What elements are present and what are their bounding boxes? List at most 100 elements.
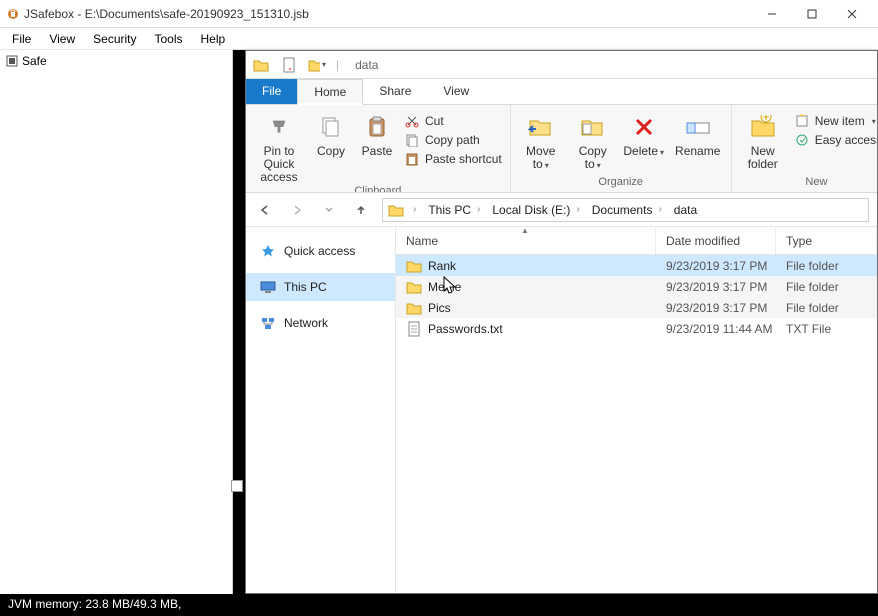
file-row[interactable]: Pics9/23/2019 3:17 PMFile folder [396,297,877,318]
quick-access-toolbar: ▾ | data [246,51,877,79]
new-item-button[interactable]: New item▾ [794,113,877,129]
ribbon: Pin to Quick access Copy Paste Cut Copy … [246,105,877,193]
nav-this-pc[interactable]: This PC [246,273,395,301]
paste-shortcut-icon [404,151,420,167]
explorer-window: ▾ | data File Home Share View Pin to Qui… [245,50,878,594]
navigation-pane[interactable]: Quick access This PC Network [246,227,396,593]
pc-icon [260,279,276,295]
breadcrumb[interactable]: › This PC› Local Disk (E:)› Documents› d… [382,198,869,222]
up-button[interactable] [350,199,372,221]
menu-security[interactable]: Security [85,30,144,48]
sort-indicator-icon: ▲ [521,226,529,235]
recent-locations-button[interactable] [318,199,340,221]
cut-button[interactable]: Cut [404,113,502,129]
menu-file[interactable]: File [4,30,39,48]
tab-share[interactable]: Share [363,79,427,104]
crumb-local-disk[interactable]: Local Disk (E:)› [488,203,585,217]
paste-label: Paste [362,145,393,158]
copy-to-icon [579,113,607,141]
close-button[interactable] [832,4,872,24]
tab-file[interactable]: File [246,79,297,104]
rename-button[interactable]: Rename [673,109,723,158]
jsafebox-tree[interactable]: Safe [0,50,233,594]
nav-network[interactable]: Network [246,309,395,337]
network-icon [260,315,276,331]
easy-access-button[interactable]: Easy access▾ [794,132,877,148]
menu-tools[interactable]: Tools [147,30,191,48]
file-type: TXT File [776,322,877,336]
file-list: Name ▲ Date modified Type Rank9/23/2019 … [396,227,877,593]
copy-to-label: Copy to▾ [571,145,615,171]
copy-button[interactable]: Copy [312,109,350,158]
file-date: 9/23/2019 3:17 PM [656,280,776,294]
properties-icon[interactable] [280,56,298,74]
new-group-label: New [740,176,877,190]
column-headers: Name ▲ Date modified Type [396,227,877,255]
column-type[interactable]: Type [776,227,877,254]
delete-icon [630,113,658,141]
tree-root-label: Safe [22,54,47,68]
delete-label: Delete▾ [623,145,664,158]
address-bar: › This PC› Local Disk (E:)› Documents› d… [246,193,877,227]
menu-view[interactable]: View [41,30,83,48]
copy-icon [317,113,345,141]
open-folder-icon[interactable]: ▾ [308,56,326,74]
minimize-button[interactable] [752,4,792,24]
clipboard-group-label: Clipboard [254,185,502,193]
file-row[interactable]: Meme9/23/2019 3:17 PMFile folder [396,276,877,297]
jsafebox-menubar: File View Security Tools Help [0,28,878,50]
crumb-this-pc[interactable]: This PC› [424,203,486,217]
organize-group-label: Organize [519,176,723,190]
file-date: 9/23/2019 3:17 PM [656,259,776,273]
jsafebox-titlebar: JSafebox - E:\Documents\safe-20190923_15… [0,0,878,28]
rename-icon [684,113,712,141]
column-date[interactable]: Date modified [656,227,776,254]
folder-icon [406,279,422,295]
crumb-documents[interactable]: Documents› [588,203,668,217]
tab-view[interactable]: View [427,79,485,104]
forward-button[interactable] [286,199,308,221]
move-to-label: Move to▾ [519,145,563,171]
file-row[interactable]: Passwords.txt 9/23/2019 11:44 AMTXT File [396,318,877,339]
nav-quick-access[interactable]: Quick access [246,237,395,265]
file-type: File folder [776,301,877,315]
tab-home[interactable]: Home [297,79,363,105]
pin-icon [265,113,293,141]
txt-file-icon [406,321,422,337]
folder-icon [406,300,422,316]
move-to-button[interactable]: Move to▾ [519,109,563,171]
file-row[interactable]: Rank9/23/2019 3:17 PMFile folder [396,255,877,276]
new-folder-label: New folder [740,145,786,171]
file-name: Pics [428,301,451,315]
copy-path-button[interactable]: Copy path [404,132,502,148]
new-folder-button[interactable]: New folder [740,109,786,171]
new-item-icon [794,113,810,129]
back-button[interactable] [254,199,276,221]
menu-help[interactable]: Help [193,30,234,48]
qat-title: data [355,58,378,72]
paste-shortcut-button[interactable]: Paste shortcut [404,151,502,167]
tree-root-safe[interactable]: Safe [0,50,232,72]
paste-icon [363,113,391,141]
file-name: Meme [428,280,461,294]
safe-icon [6,55,18,67]
cut-icon [404,113,420,129]
pin-to-quick-access-button[interactable]: Pin to Quick access [254,109,304,185]
file-date: 9/23/2019 11:44 AM [656,322,776,336]
copy-label: Copy [317,145,345,158]
splitter-handle[interactable] [231,480,243,492]
new-folder-icon [749,113,777,141]
delete-button[interactable]: Delete▾ [623,109,665,158]
star-icon [260,243,276,259]
folder-icon [406,258,422,274]
copy-to-button[interactable]: Copy to▾ [571,109,615,171]
copy-path-icon [404,132,420,148]
paste-button[interactable]: Paste [358,109,396,158]
qat-separator: | [336,58,339,72]
folder-icon[interactable] [252,56,270,74]
move-to-icon [527,113,555,141]
maximize-button[interactable] [792,4,832,24]
file-name: Passwords.txt [428,322,503,336]
pin-label: Pin to Quick access [254,145,304,185]
crumb-data[interactable]: data [670,203,701,217]
